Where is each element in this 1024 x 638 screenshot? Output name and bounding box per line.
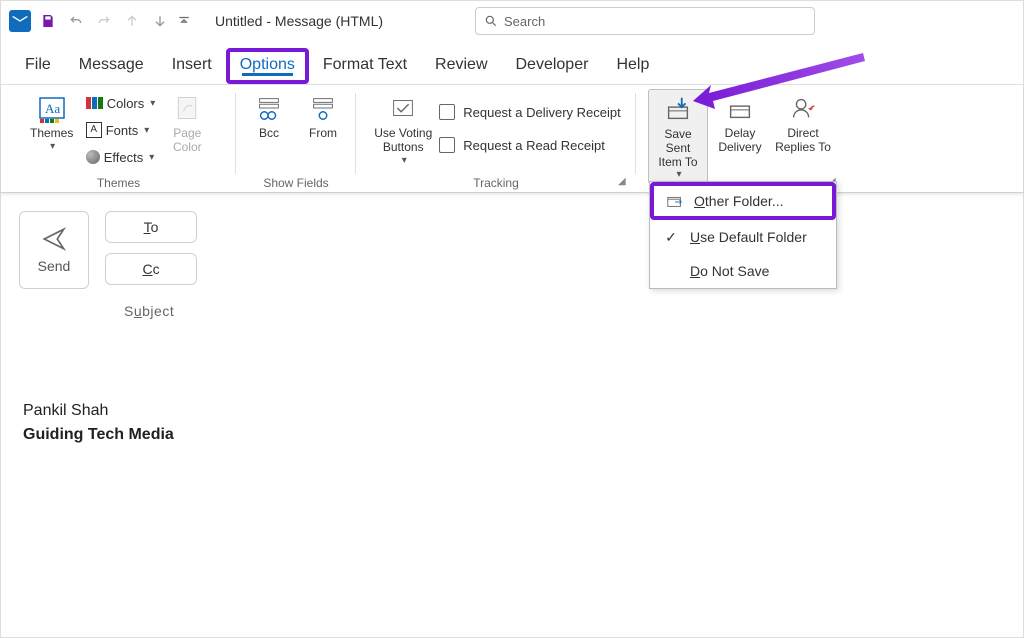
group-tracking: Use Voting Buttons▾ Request a Delivery R… xyxy=(356,85,636,192)
message-body[interactable]: Pankil Shah Guiding Tech Media xyxy=(19,329,1005,447)
redo-icon[interactable] xyxy=(93,10,115,32)
menu-do-not-save[interactable]: Do Not Save xyxy=(650,254,836,288)
request-delivery-receipt[interactable]: Request a Delivery Receipt xyxy=(439,97,621,127)
search-placeholder: Search xyxy=(504,14,545,29)
save-sent-dropdown: Other Folder... ✓ Use Default Folder Do … xyxy=(649,181,837,289)
page-color-icon xyxy=(170,91,204,125)
folder-arrow-icon xyxy=(666,192,684,210)
signature-name: Pankil Shah xyxy=(23,399,1001,423)
title-bar: Untitled - Message (HTML) Search xyxy=(1,1,1023,41)
voting-icon xyxy=(386,91,420,125)
save-sent-icon xyxy=(661,92,695,126)
tab-help[interactable]: Help xyxy=(602,48,663,84)
save-sent-item-to-button[interactable]: Save Sent Item To▾ xyxy=(648,89,708,184)
group-label-show-fields: Show Fields xyxy=(263,174,328,192)
colors-icon xyxy=(86,97,103,109)
svg-text:Aa: Aa xyxy=(45,101,60,116)
group-themes: Aa Themes▾ Colors▾ A Fonts▾ xyxy=(1,85,236,192)
bcc-button[interactable]: Bcc xyxy=(244,89,294,143)
from-icon xyxy=(306,91,340,125)
group-show-fields: Bcc From Show Fields xyxy=(236,85,356,192)
to-button[interactable]: To xyxy=(105,211,197,243)
ribbon-tabs: File Message Insert Options Format Text … xyxy=(1,41,1023,85)
fonts-button[interactable]: A Fonts▾ xyxy=(82,118,160,142)
undo-icon[interactable] xyxy=(65,10,87,32)
outlook-app-icon xyxy=(9,10,31,32)
window-title: Untitled - Message (HTML) xyxy=(215,13,383,29)
search-icon xyxy=(484,14,498,28)
fonts-icon: A xyxy=(86,122,102,138)
down-arrow-icon[interactable] xyxy=(149,10,171,32)
send-icon xyxy=(41,226,67,252)
page-color-button[interactable]: Page Color xyxy=(163,89,211,157)
compose-pane: Send To Cc Subject Pankil Shah Guiding T… xyxy=(1,193,1023,465)
checkbox-icon xyxy=(439,137,455,153)
signature-company: Guiding Tech Media xyxy=(23,423,1001,447)
tab-format-text[interactable]: Format Text xyxy=(309,48,421,84)
group-more-options: Save Sent Item To▾ Delay Delivery Direct… xyxy=(636,85,846,192)
bcc-icon xyxy=(252,91,286,125)
dialog-launcher-icon[interactable]: ◢ xyxy=(618,176,632,190)
from-button[interactable]: From xyxy=(298,89,348,143)
effects-icon xyxy=(86,150,100,164)
menu-use-default-folder[interactable]: ✓ Use Default Folder xyxy=(650,220,836,254)
colors-button[interactable]: Colors▾ xyxy=(82,91,160,115)
use-voting-buttons[interactable]: Use Voting Buttons▾ xyxy=(371,89,435,168)
tab-message[interactable]: Message xyxy=(65,48,158,84)
qat-customize-icon[interactable] xyxy=(177,10,191,32)
delay-delivery-icon xyxy=(723,91,757,125)
tab-developer[interactable]: Developer xyxy=(502,48,603,84)
delay-delivery-button[interactable]: Delay Delivery xyxy=(712,89,768,157)
subject-label: Subject xyxy=(124,303,174,319)
direct-replies-to-button[interactable]: Direct Replies To xyxy=(772,89,834,157)
effects-button[interactable]: Effects▾ xyxy=(82,145,160,169)
themes-button[interactable]: Aa Themes▾ xyxy=(26,89,78,154)
up-arrow-icon[interactable] xyxy=(121,10,143,32)
cc-button[interactable]: Cc xyxy=(105,253,197,285)
request-read-receipt[interactable]: Request a Read Receipt xyxy=(439,130,621,160)
ribbon: Aa Themes▾ Colors▾ A Fonts▾ xyxy=(1,85,1023,193)
group-label-tracking: Tracking xyxy=(473,174,519,192)
send-button[interactable]: Send xyxy=(19,211,89,289)
tab-file[interactable]: File xyxy=(11,48,65,84)
tab-options[interactable]: Options xyxy=(226,48,309,84)
group-label-themes: Themes xyxy=(97,174,140,192)
checkbox-icon xyxy=(439,104,455,120)
tab-review[interactable]: Review xyxy=(421,48,501,84)
save-icon[interactable] xyxy=(37,10,59,32)
subject-row[interactable]: Subject xyxy=(19,289,1005,329)
search-input[interactable]: Search xyxy=(475,7,815,35)
menu-other-folder[interactable]: Other Folder... xyxy=(650,182,836,220)
direct-replies-icon xyxy=(786,91,820,125)
tab-insert[interactable]: Insert xyxy=(158,48,226,84)
check-icon: ✓ xyxy=(662,229,680,246)
themes-icon: Aa xyxy=(35,91,69,125)
